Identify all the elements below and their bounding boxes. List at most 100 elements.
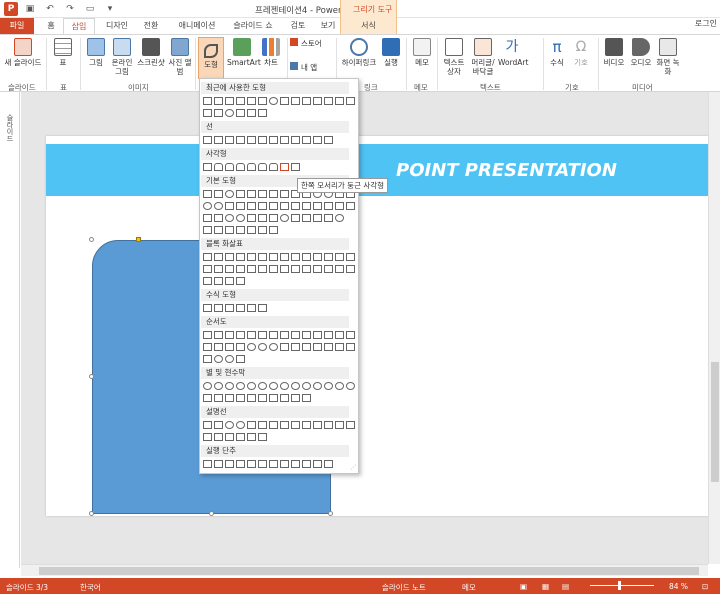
- zoom-slider-thumb[interactable]: [618, 581, 621, 590]
- online-picture-icon: [113, 38, 131, 56]
- audio-button[interactable]: 오디오: [628, 38, 654, 67]
- shape-row[interactable]: [203, 135, 333, 145]
- header-footer-button[interactable]: 머리글/바닥글: [469, 38, 497, 76]
- present-icon[interactable]: ▭: [84, 3, 96, 15]
- notes-button[interactable]: 슬라이드 노트: [382, 582, 426, 593]
- drawing-tools-context: 그리기 도구: [340, 0, 397, 18]
- store-icon: [290, 38, 298, 46]
- screen-recording-icon: [659, 38, 677, 56]
- shapes-button[interactable]: 도형: [198, 37, 224, 79]
- resize-grip-icon[interactable]: ⋰: [350, 464, 356, 471]
- slide-canvas[interactable]: POINT PRESENTATION: [46, 136, 708, 516]
- screenshot-icon: [142, 38, 160, 56]
- shape-row[interactable]: [203, 96, 355, 106]
- tab-animations[interactable]: 애니메이션: [175, 18, 219, 34]
- vertical-scroll-thumb[interactable]: [711, 362, 719, 482]
- slide-editing-area[interactable]: POINT PRESENTATION: [21, 92, 708, 564]
- fit-slide-icon[interactable]: ⊡: [702, 582, 708, 591]
- zoom-slider[interactable]: [590, 585, 654, 586]
- redo-icon[interactable]: ↷: [64, 3, 76, 15]
- smartart-button[interactable]: SmartArt: [227, 38, 261, 67]
- tab-view[interactable]: 보기: [319, 18, 337, 34]
- shape-row[interactable]: [203, 252, 355, 262]
- shape-row[interactable]: [203, 213, 344, 223]
- resize-handle[interactable]: [89, 374, 94, 379]
- my-apps-icon: [290, 62, 298, 70]
- shape-row[interactable]: [203, 354, 245, 364]
- shape-row[interactable]: [203, 201, 355, 211]
- pi-icon: π: [552, 38, 562, 56]
- shape-row[interactable]: [203, 342, 355, 352]
- reading-view-icon[interactable]: ▤: [562, 582, 569, 591]
- zoom-level[interactable]: 84 %: [669, 582, 688, 591]
- comments-button[interactable]: 메모: [462, 582, 476, 593]
- tab-format[interactable]: 서식: [340, 18, 397, 34]
- resize-handle[interactable]: [89, 511, 94, 516]
- shape-row[interactable]: [203, 432, 267, 442]
- section-lines: 선: [201, 121, 349, 133]
- new-slide-button[interactable]: 새 슬라이드: [2, 38, 44, 67]
- chart-button[interactable]: 차트: [259, 38, 283, 67]
- shape-row[interactable]: [203, 330, 355, 340]
- status-bar: 슬라이드 3/3 한국어 슬라이드 노트 메모 ▣ ▦ ▤ 84 % ⊡: [0, 578, 720, 594]
- store-button[interactable]: 스토어: [290, 38, 330, 48]
- horizontal-scrollbar[interactable]: [21, 564, 708, 576]
- shape-row[interactable]: [203, 303, 267, 313]
- tab-slideshow[interactable]: 슬라이드 쇼: [231, 18, 275, 34]
- rounded-corner-rectangle-icon[interactable]: [280, 163, 289, 171]
- picture-button[interactable]: 그림: [84, 38, 108, 67]
- online-picture-button[interactable]: 온라인 그림: [109, 38, 135, 76]
- ribbon-tabs: 파일 홈 삽입 디자인 전환 애니메이션 슬라이드 쇼 검토 보기 서식 로그인: [0, 18, 720, 35]
- tab-insert[interactable]: 삽입: [63, 18, 95, 35]
- language-indicator[interactable]: 한국어: [80, 582, 101, 593]
- textbox-button[interactable]: 텍스트 상자: [440, 38, 468, 76]
- horizontal-scroll-thumb[interactable]: [39, 567, 699, 575]
- shape-row[interactable]: [203, 276, 245, 286]
- banner-text[interactable]: POINT PRESENTATION: [396, 160, 617, 181]
- customize-icon[interactable]: ▾: [104, 3, 116, 15]
- shape-row[interactable]: [203, 393, 311, 403]
- screenshot-button[interactable]: 스크린샷: [136, 38, 166, 67]
- tab-file[interactable]: 파일: [0, 18, 34, 34]
- tab-home[interactable]: 홈: [42, 18, 60, 34]
- my-apps-button[interactable]: 내 앱: [290, 62, 330, 72]
- shape-row[interactable]: [203, 225, 278, 235]
- slide-indicator: 슬라이드 3/3: [6, 583, 49, 592]
- tab-transitions[interactable]: 전환: [139, 18, 163, 34]
- video-button[interactable]: 비디오: [601, 38, 627, 67]
- slide-thumbnail-pane[interactable]: 슬라이드: [0, 92, 20, 568]
- action-button[interactable]: 실행: [380, 38, 402, 67]
- tab-review[interactable]: 검토: [287, 18, 309, 34]
- chart-icon: [262, 38, 280, 56]
- hyperlink-button[interactable]: 하이퍼링크: [339, 38, 379, 67]
- shape-row[interactable]: [203, 420, 355, 430]
- table-button[interactable]: 표: [52, 38, 74, 67]
- shape-tooltip: 한쪽 모서리가 둥근 사각형: [297, 178, 389, 193]
- normal-view-icon[interactable]: ▣: [520, 582, 527, 591]
- slide-sorter-icon[interactable]: ▦: [542, 582, 549, 591]
- login-link[interactable]: 로그인: [695, 18, 717, 29]
- video-icon: [605, 38, 623, 56]
- undo-icon[interactable]: ↶: [44, 3, 56, 15]
- shape-row[interactable]: [203, 162, 300, 172]
- shape-row[interactable]: [203, 459, 333, 469]
- tab-design[interactable]: 디자인: [103, 18, 131, 34]
- shape-row[interactable]: [203, 264, 355, 274]
- comment-button[interactable]: 메모: [410, 38, 434, 67]
- equation-button[interactable]: π 수식: [546, 38, 568, 67]
- photo-album-button[interactable]: 사진 앨범: [168, 38, 192, 76]
- shape-row[interactable]: [203, 108, 267, 118]
- new-slide-icon: [14, 38, 32, 56]
- resize-handle[interactable]: [328, 511, 333, 516]
- section-rectangles: 사각형: [201, 148, 349, 160]
- vertical-scrollbar[interactable]: [708, 92, 720, 564]
- wordart-button[interactable]: 가 WordArt: [498, 38, 528, 67]
- shape-row[interactable]: [203, 381, 355, 391]
- save-icon[interactable]: ▣: [24, 3, 36, 15]
- resize-handle[interactable]: [209, 511, 214, 516]
- resize-handle[interactable]: [89, 237, 94, 242]
- symbol-button[interactable]: Ω 기호: [570, 38, 592, 67]
- section-callouts: 설명선: [201, 406, 349, 418]
- screen-recording-button[interactable]: 화면 녹화: [655, 38, 681, 76]
- adjust-handle[interactable]: [136, 237, 141, 242]
